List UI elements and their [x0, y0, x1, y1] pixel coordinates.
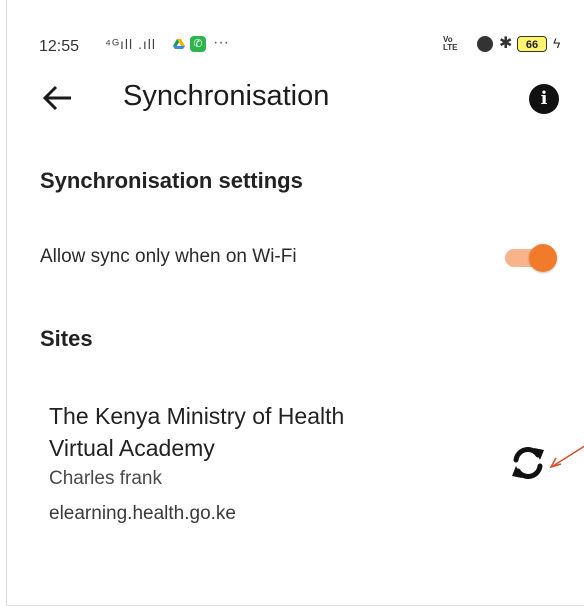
page-title: Synchronisation: [123, 80, 330, 112]
volte-icon: Vo LTE: [443, 35, 458, 52]
phone-icon: ✆: [190, 36, 206, 52]
wifi-only-toggle[interactable]: [501, 244, 559, 272]
site-url: elearning.health.go.ke: [49, 503, 236, 524]
site-item[interactable]: The Kenya Ministry of Health Virtual Aca…: [47, 394, 567, 534]
signal-icon: ⁴ᴳıll .ıll: [105, 36, 156, 52]
app-header: Synchronisation i: [7, 74, 584, 122]
site-name: The Kenya Ministry of Health Virtual Aca…: [49, 403, 345, 461]
status-bar: 12:55 ⁴ᴳıll .ıll ✆ ··· Vo LTE ✱ 66 ϟ: [7, 28, 584, 62]
drive-icon: [173, 39, 185, 49]
charging-icon: ϟ: [553, 35, 561, 51]
wifi-only-label: Allow sync only when on Wi-Fi: [40, 246, 297, 267]
toggle-thumb: [529, 244, 557, 272]
battery-icon: 66: [517, 36, 547, 52]
info-icon[interactable]: i: [529, 84, 559, 114]
sync-settings-heading: Synchronisation settings: [40, 168, 303, 193]
site-user: Charles frank: [49, 468, 162, 489]
annotation-arrow: [549, 445, 584, 469]
bluetooth-icon: ✱: [499, 35, 513, 52]
more-notifications-icon: ···: [213, 34, 229, 51]
sites-heading: Sites: [40, 326, 93, 351]
alarm-icon: [477, 36, 493, 52]
app-frame: 12:55 ⁴ᴳıll .ıll ✆ ··· Vo LTE ✱ 66 ϟ Sync…: [6, 0, 584, 606]
status-time: 12:55: [39, 38, 80, 55]
arrow-left-icon[interactable]: [41, 84, 73, 112]
